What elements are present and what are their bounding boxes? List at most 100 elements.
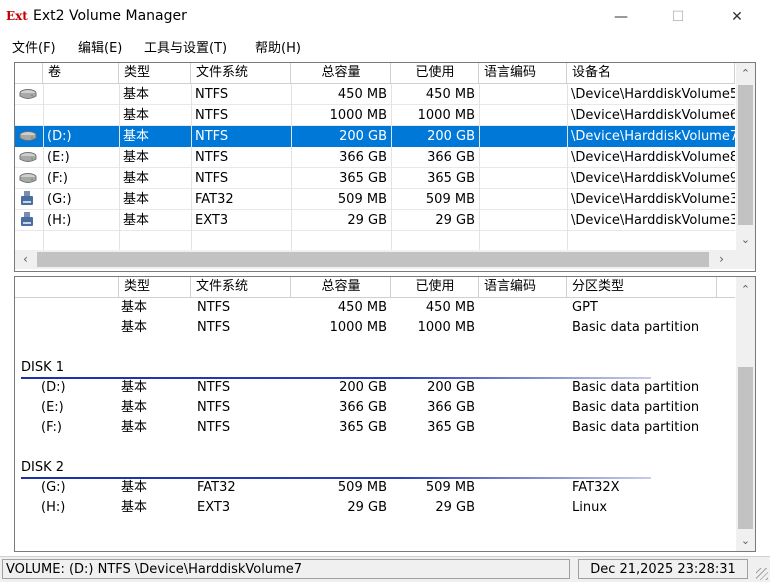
cell-total: 366 GB — [339, 400, 387, 415]
app-icon[interactable]: Ext — [6, 8, 28, 24]
cell-type: 基本 — [121, 320, 148, 335]
scroll-up-arrow-icon[interactable]: ⌃ — [736, 65, 755, 82]
disks-vscrollbar[interactable]: ⌃ ⌄ — [736, 277, 755, 551]
drive-icon — [19, 173, 37, 184]
table-row[interactable]: 基本 NTFS 450 MB 450 MB \Device\HarddiskVolume… — [15, 84, 735, 105]
cell-filesystem: FAT32 — [197, 480, 236, 495]
menu-file[interactable]: 文件(F) — [12, 37, 56, 56]
row-gridline — [15, 230, 735, 231]
cell-codepage — [479, 105, 567, 126]
close-button[interactable]: ✕ — [714, 3, 760, 31]
col-codepage-header[interactable]: 语言编码 — [479, 63, 567, 83]
cell-device-name: \Device\HarddiskVolume6 — [571, 108, 735, 123]
cell-volume: (D:) — [47, 129, 72, 144]
cell-type: 基本 — [121, 500, 148, 515]
volumes-header: 卷 类型 文件系统 总容量 已使用 语言编码 设备名 — [15, 63, 735, 84]
scroll-up-arrow-icon[interactable]: ⌃ — [736, 281, 755, 298]
partition-row[interactable]: 基本 NTFS 450 MB 450 MB GPT — [15, 298, 735, 318]
col-partition-type-header[interactable]: 分区类型 — [567, 277, 717, 297]
table-row[interactable]: 基本 NTFS 1000 MB 1000 MB \Device\HarddiskVolu… — [15, 105, 735, 126]
cell-codepage — [479, 168, 567, 189]
cell-filesystem: NTFS — [195, 171, 229, 186]
cell-filesystem: NTFS — [197, 400, 231, 415]
cell-used: 365 GB — [427, 420, 475, 435]
partition-row[interactable]: (H:) 基本 EXT3 29 GB 29 GB Linux — [15, 498, 735, 518]
cell-used: 29 GB — [435, 213, 475, 228]
column-gridline — [391, 84, 392, 250]
table-row[interactable]: (D:) 基本 NTFS 200 GB 200 GB \Device\HarddiskVo… — [15, 126, 735, 147]
cell-type: 基本 — [121, 420, 148, 435]
scroll-down-arrow-icon[interactable]: ⌄ — [736, 231, 755, 248]
partition-row[interactable]: (F:) 基本 NTFS 365 GB 365 GB Basic data partiti… — [15, 418, 735, 438]
cell-total: 29 GB — [347, 213, 387, 228]
col-type-header[interactable]: 类型 — [119, 63, 191, 83]
disk-label: DISK 1 — [21, 360, 65, 375]
drive-icon — [19, 89, 37, 100]
col-used-header[interactable]: 已使用 — [391, 63, 479, 83]
partition-row[interactable]: 基本 NTFS 1000 MB 1000 MB Basic data partition — [15, 318, 735, 338]
volumes-hscrollbar[interactable]: ‹ › — [15, 250, 755, 269]
cell-used: 366 GB — [427, 150, 475, 165]
scroll-right-arrow-icon[interactable]: › — [713, 250, 730, 269]
menu-edit[interactable]: 编辑(E) — [78, 37, 122, 56]
disks-list[interactable]: 类型 文件系统 总容量 已使用 语言编码 分区类型 基本 NTFS 450 MB 45… — [14, 276, 756, 552]
volumes-vscrollbar[interactable]: ⌃ ⌄ — [736, 63, 755, 250]
cell-partition-type: GPT — [572, 300, 598, 315]
col-type-header[interactable]: 类型 — [119, 277, 191, 297]
title-bar: Ext Ext2 Volume Manager — ☐ ✕ — [0, 0, 770, 34]
table-row[interactable]: (F:) 基本 NTFS 365 GB 365 GB \Device\HarddiskVo… — [15, 168, 735, 189]
cell-device-name: \Device\HarddiskVolume8 — [571, 150, 735, 165]
menu-tools-settings[interactable]: 工具与设置(T) — [144, 37, 227, 56]
menu-help[interactable]: 帮助(H) — [255, 37, 301, 56]
usb-drive-icon — [19, 191, 37, 205]
cell-filesystem: EXT3 — [195, 213, 229, 228]
table-row[interactable]: (G:) 基本 FAT32 509 MB 509 MB \Device\HarddiskV… — [15, 189, 735, 210]
cell-used: 450 MB — [425, 87, 475, 102]
window-title: Ext2 Volume Manager — [33, 8, 187, 24]
column-gridline — [567, 84, 568, 250]
col-fs-header[interactable]: 文件系统 — [191, 277, 291, 297]
cell-total: 509 MB — [337, 192, 387, 207]
maximize-button[interactable]: ☐ — [655, 3, 701, 31]
cell-filesystem: NTFS — [197, 380, 231, 395]
col-codepage-header[interactable]: 语言编码 — [479, 277, 567, 297]
cell-total: 200 GB — [339, 129, 387, 144]
cell-total: 365 GB — [339, 171, 387, 186]
resize-grip-icon[interactable] — [756, 568, 768, 580]
disks-vscroll-thumb[interactable] — [738, 367, 753, 529]
cell-type: 基本 — [123, 129, 150, 144]
cell-type: 基本 — [123, 171, 150, 186]
cell-used: 29 GB — [435, 500, 475, 515]
cell-filesystem: EXT3 — [197, 500, 231, 515]
scroll-down-arrow-icon[interactable]: ⌄ — [736, 532, 755, 549]
drive-icon — [19, 152, 37, 163]
col-device-header[interactable]: 设备名 — [567, 63, 735, 83]
cell-type: 基本 — [121, 400, 148, 415]
cell-codepage — [479, 147, 567, 168]
cell-volume: (E:) — [41, 400, 64, 415]
partition-row[interactable]: (G:) 基本 FAT32 509 MB 509 MB FAT32X — [15, 478, 735, 498]
table-row[interactable]: (E:) 基本 NTFS 366 GB 366 GB \Device\HarddiskVo… — [15, 147, 735, 168]
col-fs-header[interactable]: 文件系统 — [191, 63, 291, 83]
col-volume-header[interactable]: 卷 — [43, 63, 119, 83]
cell-type: 基本 — [123, 213, 150, 228]
volumes-vscroll-thumb[interactable] — [738, 85, 753, 225]
cell-type: 基本 — [121, 380, 148, 395]
cell-partition-type: Basic data partition — [572, 420, 700, 435]
cell-used: 200 GB — [427, 380, 475, 395]
partition-row[interactable]: (E:) 基本 NTFS 366 GB 366 GB Basic data partiti… — [15, 398, 735, 418]
col-used-header[interactable]: 已使用 — [391, 277, 479, 297]
status-datetime: Dec 21,2025 23:28:31 — [578, 559, 748, 579]
table-row[interactable]: (H:) 基本 EXT3 29 GB 29 GB \Device\HarddiskVolu… — [15, 210, 735, 231]
cell-codepage — [479, 189, 567, 210]
col-icon-header[interactable] — [15, 63, 43, 83]
volumes-hscroll-thumb[interactable] — [37, 252, 709, 267]
minimize-button[interactable]: — — [598, 3, 644, 31]
col-total-header[interactable]: 总容量 — [291, 63, 391, 83]
partition-row[interactable]: (D:) 基本 NTFS 200 GB 200 GB Basic data partiti… — [15, 378, 735, 398]
volumes-list[interactable]: 卷 类型 文件系统 总容量 已使用 语言编码 设备名 基本 NTFS 450 MB 4… — [14, 62, 756, 272]
col-disk-header[interactable] — [15, 277, 119, 297]
cell-device-name: \Device\HarddiskVolume7 — [571, 129, 735, 144]
col-total-header[interactable]: 总容量 — [291, 277, 391, 297]
scroll-left-arrow-icon[interactable]: ‹ — [17, 250, 34, 269]
